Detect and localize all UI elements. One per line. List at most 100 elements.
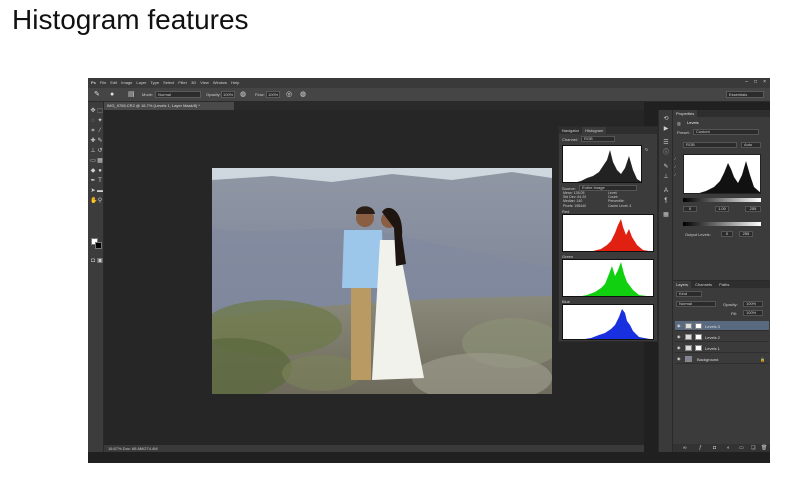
input-gamma-value[interactable]: 1.00 bbox=[715, 206, 729, 212]
tab-navigator[interactable]: Navigator bbox=[559, 127, 582, 134]
menu-file[interactable]: File bbox=[100, 80, 106, 85]
lasso-tool-icon[interactable]: ◌ bbox=[90, 118, 96, 124]
document-photo[interactable] bbox=[212, 168, 552, 394]
layer-fill-input[interactable]: 100% bbox=[743, 310, 763, 316]
brush-panel-icon[interactable]: ✎ bbox=[663, 164, 669, 170]
flow-input[interactable]: 100% bbox=[266, 91, 280, 98]
menu-filter[interactable]: Filter bbox=[178, 80, 187, 85]
layer-row[interactable]: ◉ Levels 2 bbox=[675, 332, 769, 342]
refresh-icon[interactable]: ↻ bbox=[645, 147, 648, 152]
clone-stamp-icon[interactable]: ⊥ bbox=[90, 148, 96, 154]
new-layer-icon[interactable]: ❏ bbox=[751, 445, 755, 451]
input-black-value[interactable]: 0 bbox=[683, 206, 697, 212]
blur-tool-icon[interactable]: ◆ bbox=[90, 168, 96, 174]
minimize-button[interactable]: – bbox=[745, 80, 748, 85]
background-color-swatch[interactable] bbox=[95, 242, 102, 249]
layer-row[interactable]: ◉ Background 🔒 bbox=[675, 354, 769, 364]
eyedropper-icon[interactable]: ⁄ bbox=[97, 128, 103, 134]
screen-mode-icon[interactable]: ▣ bbox=[97, 258, 103, 264]
document-tab-bar: IMG_9765.CR2 @ 16.7% (Levels 1, Layer Ma… bbox=[104, 102, 644, 110]
character-panel-icon[interactable]: A bbox=[663, 188, 669, 194]
fx-icon[interactable]: ƒ bbox=[699, 445, 702, 451]
layer-row[interactable]: ◉ Levels 3 bbox=[675, 321, 769, 331]
menu-window[interactable]: Window bbox=[213, 80, 227, 85]
document-tab[interactable]: IMG_9765.CR2 @ 16.7% (Levels 1, Layer Ma… bbox=[104, 102, 234, 110]
history-brush-icon[interactable]: ↺ bbox=[97, 148, 103, 154]
auto-button[interactable]: Auto bbox=[741, 142, 761, 148]
delete-layer-icon[interactable]: 🗑 bbox=[761, 445, 767, 451]
menu-view[interactable]: View bbox=[200, 80, 209, 85]
menu-image[interactable]: Image bbox=[121, 80, 132, 85]
shape-tool-icon[interactable]: ▬ bbox=[97, 188, 103, 194]
marquee-tool-icon[interactable]: ⬚ bbox=[97, 108, 103, 114]
close-button[interactable]: × bbox=[763, 80, 766, 85]
output-white-value[interactable]: 255 bbox=[739, 231, 753, 237]
brush-tool-icon[interactable]: ✎ bbox=[97, 138, 103, 144]
pen-tool-icon[interactable]: ✒ bbox=[90, 178, 96, 184]
dodge-tool-icon[interactable]: ● bbox=[97, 168, 103, 174]
eraser-tool-icon[interactable]: ▭ bbox=[90, 158, 96, 164]
zoom-tool-icon[interactable]: ⚲ bbox=[97, 198, 103, 204]
move-tool-icon[interactable]: ✥ bbox=[90, 108, 96, 114]
input-white-value[interactable]: 255 bbox=[745, 206, 761, 212]
tab-properties[interactable]: Properties bbox=[673, 110, 698, 117]
visibility-eye-icon[interactable]: ◉ bbox=[677, 335, 681, 339]
brush-panel-icon[interactable]: ▤ bbox=[128, 91, 136, 99]
opacity-input[interactable]: 100% bbox=[221, 91, 235, 98]
visibility-eye-icon[interactable]: ◉ bbox=[677, 346, 681, 350]
tab-layers[interactable]: Layers bbox=[673, 281, 692, 288]
blend-mode-select[interactable]: Normal bbox=[676, 301, 716, 307]
quick-mask-icon[interactable]: ◘ bbox=[90, 258, 96, 264]
add-mask-icon[interactable]: ◘ bbox=[713, 445, 716, 451]
layer-row[interactable]: ◉ Levels 1 bbox=[675, 343, 769, 353]
visibility-eye-icon[interactable]: ◉ bbox=[677, 324, 681, 328]
menu-help[interactable]: Help bbox=[231, 80, 239, 85]
paragraph-panel-icon[interactable]: ¶ bbox=[663, 198, 669, 204]
layer-mask-thumbnail[interactable] bbox=[695, 323, 702, 329]
gradient-tool-icon[interactable]: ▦ bbox=[97, 158, 103, 164]
new-group-icon[interactable]: ▭ bbox=[739, 445, 744, 451]
mode-select[interactable]: Normal bbox=[155, 91, 201, 98]
info-panel-icon[interactable]: ⓘ bbox=[663, 150, 669, 156]
pressure-opacity-icon[interactable]: ◍ bbox=[240, 91, 248, 99]
path-select-icon[interactable]: ➤ bbox=[90, 188, 96, 194]
tab-channels[interactable]: Channels bbox=[692, 281, 715, 288]
quick-select-icon[interactable]: ✦ bbox=[97, 118, 103, 124]
type-tool-icon[interactable]: T bbox=[97, 178, 103, 184]
tab-paths[interactable]: Paths bbox=[716, 281, 732, 288]
layer-kind-filter[interactable]: Kind bbox=[676, 291, 702, 297]
airbrush-icon[interactable]: ◎ bbox=[286, 91, 294, 99]
preset-select[interactable]: Custom bbox=[693, 129, 759, 135]
menu-3d[interactable]: 3D bbox=[191, 80, 196, 85]
swatches-panel-icon[interactable]: ▦ bbox=[663, 212, 669, 218]
black-eyedropper-icon[interactable]: ⁄ bbox=[675, 156, 676, 161]
actions-panel-icon[interactable]: ▶ bbox=[663, 126, 669, 132]
layer-mask-thumbnail[interactable] bbox=[695, 345, 702, 351]
history-panel-icon[interactable]: ⟲ bbox=[663, 116, 669, 122]
adjustment-layer-icon[interactable]: ◐ bbox=[727, 445, 730, 451]
white-eyedropper-icon[interactable]: ⁄ bbox=[675, 172, 676, 177]
workspace-select[interactable]: Essentials bbox=[726, 91, 764, 98]
menu-layer[interactable]: Layer bbox=[136, 80, 146, 85]
brush-size-icon[interactable]: ● bbox=[110, 91, 118, 99]
menu-edit[interactable]: Edit bbox=[110, 80, 117, 85]
layer-opacity-input[interactable]: 100% bbox=[743, 301, 763, 307]
clone-source-icon[interactable]: ⊥ bbox=[663, 174, 669, 180]
properties-panel-icon[interactable]: ☰ bbox=[663, 140, 669, 146]
healing-brush-icon[interactable]: ✚ bbox=[90, 138, 96, 144]
output-black-value[interactable]: 0 bbox=[721, 231, 733, 237]
pressure-size-icon[interactable]: ◍ bbox=[300, 91, 308, 99]
visibility-eye-icon[interactable]: ◉ bbox=[677, 357, 681, 361]
brush-preset-icon[interactable]: ✎ bbox=[94, 91, 102, 99]
menu-select[interactable]: Select bbox=[163, 80, 174, 85]
hand-tool-icon[interactable]: ✋ bbox=[90, 198, 97, 204]
menu-type[interactable]: Type bbox=[150, 80, 159, 85]
tab-histogram[interactable]: Histogram bbox=[582, 127, 607, 134]
maximize-button[interactable]: □ bbox=[754, 80, 757, 85]
levels-channel-select[interactable]: RGB bbox=[683, 142, 737, 148]
gray-eyedropper-icon[interactable]: ⁄ bbox=[675, 164, 676, 169]
crop-tool-icon[interactable]: ⌗ bbox=[90, 128, 96, 134]
histogram-channel-select[interactable]: RGB bbox=[581, 136, 615, 142]
layer-mask-thumbnail[interactable] bbox=[695, 334, 702, 340]
link-layers-icon[interactable]: ∞ bbox=[683, 445, 687, 451]
